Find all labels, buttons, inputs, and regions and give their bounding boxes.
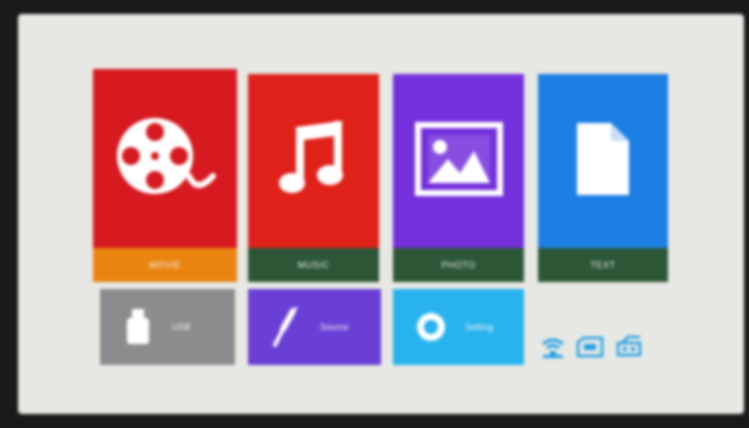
movie-label: MOVIE: [149, 260, 181, 270]
film-reel-icon: [109, 110, 221, 207]
usb-drive-icon: [118, 309, 158, 345]
text-label: TEXT: [590, 260, 616, 270]
usb-tile[interactable]: USB: [100, 289, 235, 365]
status-bar: [540, 332, 670, 362]
network-icon: [540, 334, 566, 360]
text-tile[interactable]: TEXT: [538, 74, 668, 282]
document-icon: [571, 119, 635, 204]
home-screen: MOVIE MUSIC PHOTO TEXT USB Source Settin…: [18, 14, 744, 414]
usb-status-icon: [614, 335, 644, 359]
setting-tile[interactable]: Setting: [393, 289, 524, 365]
gear-icon: [411, 310, 451, 344]
cable-icon: [266, 307, 306, 347]
setting-label: Setting: [465, 322, 494, 332]
photo-tile[interactable]: PHOTO: [393, 74, 524, 282]
music-label: MUSIC: [297, 260, 330, 270]
source-tile[interactable]: Source: [248, 289, 381, 365]
image-icon: [414, 121, 504, 202]
music-tile[interactable]: MUSIC: [248, 74, 379, 282]
photo-label: PHOTO: [441, 260, 476, 270]
source-label: Source: [320, 322, 349, 332]
sd-card-icon: [576, 336, 604, 358]
movie-tile[interactable]: MOVIE: [93, 69, 237, 282]
usb-label: USB: [172, 322, 191, 332]
music-note-icon: [274, 119, 354, 204]
